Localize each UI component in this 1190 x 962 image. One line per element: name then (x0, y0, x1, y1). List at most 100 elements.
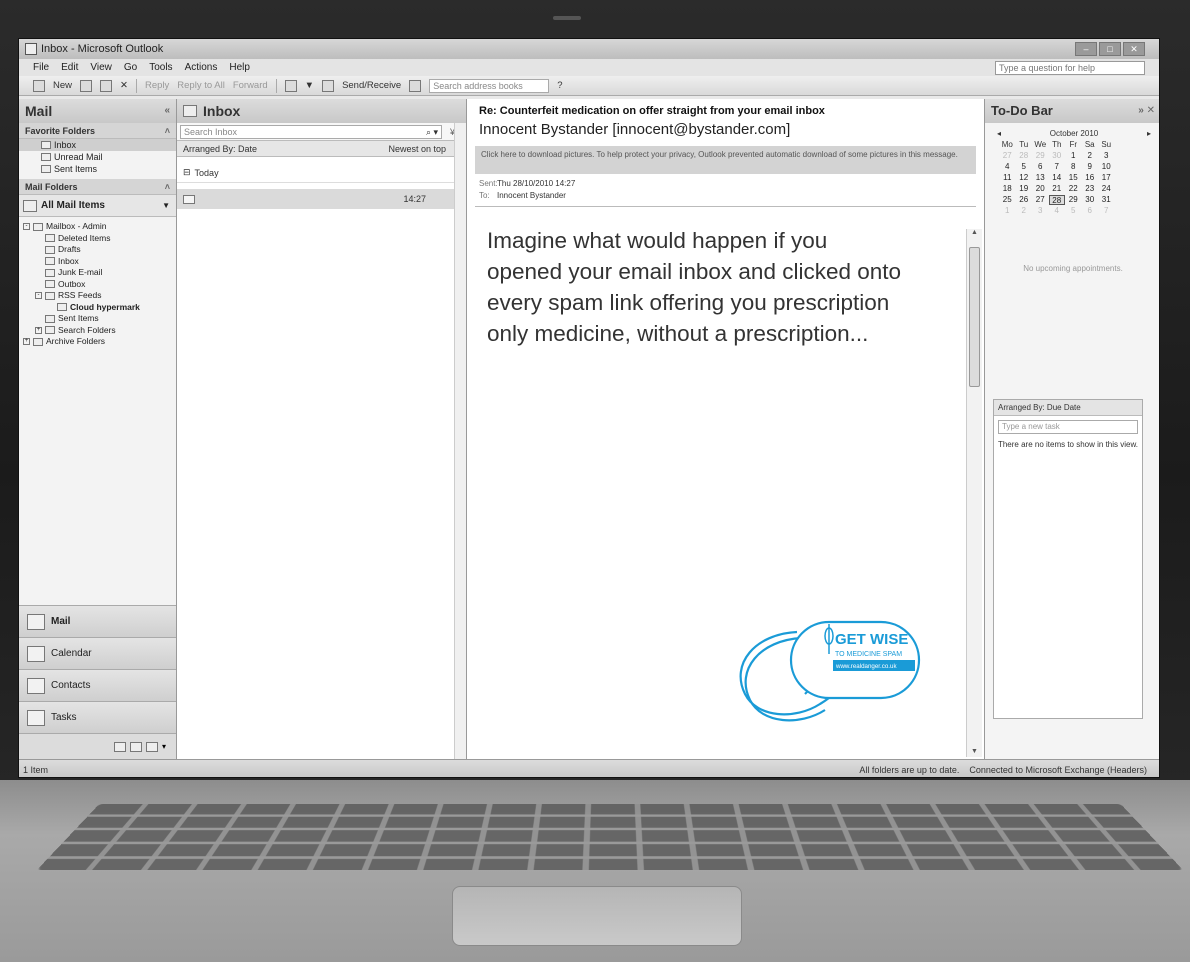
calendar-day[interactable]: 23 (1082, 184, 1099, 194)
calendar-day[interactable]: 26 (1016, 195, 1033, 205)
calendar-day[interactable]: 22 (1065, 184, 1082, 194)
favorites-header[interactable]: Favorite Folders ˄ (19, 123, 176, 139)
arrange-row[interactable]: Arranged By: Date Newest on top (177, 141, 466, 157)
menu-file[interactable]: File (33, 62, 49, 73)
favorite-inbox[interactable]: Inbox (19, 139, 176, 151)
menu-actions[interactable]: Actions (185, 62, 218, 73)
folder-search[interactable]: + Search Folders (19, 325, 176, 337)
maximize-button[interactable]: □ (1099, 42, 1121, 56)
calendar-day[interactable]: 5 (1016, 162, 1033, 172)
folder-list-icon[interactable] (129, 741, 142, 752)
reply-button[interactable]: Reply (145, 80, 169, 91)
calendar-day[interactable]: 28 (1016, 151, 1033, 161)
calendar-day[interactable]: 17 (1098, 173, 1115, 183)
calendar-day[interactable]: 11 (999, 173, 1016, 183)
task-arrange[interactable]: Arranged By: Due Date (994, 400, 1142, 416)
configure-buttons-icon[interactable]: ▾ (162, 742, 166, 751)
calendar-day[interactable]: 6 (1032, 162, 1049, 172)
shortcuts-icon[interactable] (145, 741, 158, 752)
scroll-thumb[interactable] (969, 247, 980, 387)
next-month-icon[interactable]: ▸ (1147, 129, 1151, 138)
folder-junk[interactable]: Junk E-mail (19, 267, 176, 279)
menu-edit[interactable]: Edit (61, 62, 78, 73)
calendar-day[interactable]: 20 (1032, 184, 1049, 194)
new-task-input[interactable]: Type a new task (998, 420, 1138, 434)
nav-button-contacts[interactable]: Contacts (19, 669, 176, 701)
calendar-day[interactable]: 7 (1049, 162, 1066, 172)
calendar-day[interactable]: 2 (1082, 151, 1099, 161)
help-search-input[interactable]: Type a question for help (995, 60, 1145, 75)
calendar-day[interactable]: 3 (1032, 206, 1049, 216)
calendar-day[interactable]: 9 (1082, 162, 1099, 172)
calendar-day[interactable]: 19 (1016, 184, 1033, 194)
collapse-icon[interactable]: « (164, 99, 170, 123)
collapse-toggle-icon[interactable]: ⊟ (183, 167, 191, 178)
favorite-sent[interactable]: Sent Items (19, 163, 176, 175)
help-icon[interactable]: ? (557, 80, 562, 91)
scroll-down-icon[interactable]: ▼ (971, 748, 978, 755)
move-icon[interactable] (100, 79, 113, 92)
prev-month-icon[interactable]: ◂ (997, 129, 1001, 138)
calendar-day[interactable]: 27 (999, 151, 1016, 161)
delete-icon[interactable]: ✕ (120, 80, 128, 91)
get-wise-logo[interactable]: GET WISE TO MEDICINE SPAM www.realdanger… (735, 594, 935, 729)
nav-button-mail[interactable]: Mail (19, 605, 176, 637)
filter-icon[interactable]: ▼ (305, 80, 314, 91)
folder-drafts[interactable]: Drafts (19, 244, 176, 256)
collapse-toggle-icon[interactable]: - (35, 292, 42, 300)
nav-button-calendar[interactable]: Calendar (19, 637, 176, 669)
menu-go[interactable]: Go (124, 62, 137, 73)
group-today[interactable]: ⊟ Today (177, 163, 466, 183)
favorite-unread[interactable]: Unread Mail (19, 151, 176, 163)
calendar-day[interactable]: 24 (1098, 184, 1115, 194)
calendar-day[interactable]: 4 (1049, 206, 1066, 216)
all-mail-items[interactable]: All Mail Items ▼ (19, 195, 176, 217)
search-inbox-input[interactable]: Search Inbox ⌕ ▾ (180, 124, 442, 139)
folder-sent[interactable]: Sent Items (19, 313, 176, 325)
expand-toggle-icon[interactable]: + (35, 326, 42, 334)
close-button[interactable]: ✕ (1123, 42, 1145, 56)
calendar-day[interactable]: 1 (999, 206, 1016, 216)
list-scrollbar[interactable] (454, 123, 466, 759)
to-value[interactable]: Innocent Bystander (497, 191, 566, 200)
categorize-icon[interactable] (284, 79, 297, 92)
dropdown-arrow-icon[interactable]: ▼ (162, 195, 170, 217)
list-item[interactable]: 14:27 (177, 189, 466, 209)
search-icon[interactable]: ⌕ ▾ (426, 126, 438, 138)
folder-inbox[interactable]: Inbox (19, 256, 176, 268)
notes-icon[interactable] (113, 741, 126, 752)
folder-rss[interactable]: - RSS Feeds (19, 290, 176, 302)
calendar-day[interactable]: 12 (1016, 173, 1033, 183)
calendar-day[interactable]: 7 (1098, 206, 1115, 216)
calendar-day[interactable]: 27 (1032, 195, 1049, 205)
folder-deleted[interactable]: Deleted Items (19, 233, 176, 245)
new-button[interactable]: New (53, 80, 72, 91)
mail-folders-header[interactable]: Mail Folders ˄ (19, 179, 176, 195)
calendar-day[interactable]: 6 (1082, 206, 1099, 216)
address-book-icon[interactable] (409, 79, 422, 92)
sort-order-label[interactable]: Newest on top (388, 144, 446, 154)
send-receive-button[interactable]: Send/Receive (342, 80, 401, 91)
calendar-day[interactable]: 3 (1098, 151, 1115, 161)
calendar-day[interactable]: 29 (1065, 195, 1082, 205)
folder-outbox[interactable]: Outbox (19, 279, 176, 291)
picture-infobar[interactable]: Click here to download pictures. To help… (475, 146, 976, 174)
calendar-day[interactable]: 16 (1082, 173, 1099, 183)
scroll-up-icon[interactable]: ▲ (967, 229, 982, 236)
chevron-up-icon[interactable]: ˄ (165, 123, 170, 138)
connection-status[interactable]: Connected to Microsoft Exchange (Headers… (969, 765, 1147, 775)
calendar-day[interactable]: 30 (1049, 151, 1066, 161)
calendar-day[interactable]: 25 (999, 195, 1016, 205)
calendar-day[interactable]: 4 (999, 162, 1016, 172)
calendar-day[interactable]: 13 (1032, 173, 1049, 183)
close-icon[interactable]: » ✕ (1138, 99, 1155, 123)
calendar-day[interactable]: 29 (1032, 151, 1049, 161)
nav-button-tasks[interactable]: Tasks (19, 701, 176, 733)
calendar-day[interactable]: 14 (1049, 173, 1066, 183)
chevron-up-icon[interactable]: ˄ (165, 179, 170, 194)
folder-mailbox[interactable]: - Mailbox - Admin (19, 221, 176, 233)
message-from[interactable]: Innocent Bystander [innocent@bystander.c… (467, 117, 984, 138)
calendar-day[interactable]: 2 (1016, 206, 1033, 216)
calendar-day[interactable]: 10 (1098, 162, 1115, 172)
calendar-day[interactable]: 30 (1082, 195, 1099, 205)
